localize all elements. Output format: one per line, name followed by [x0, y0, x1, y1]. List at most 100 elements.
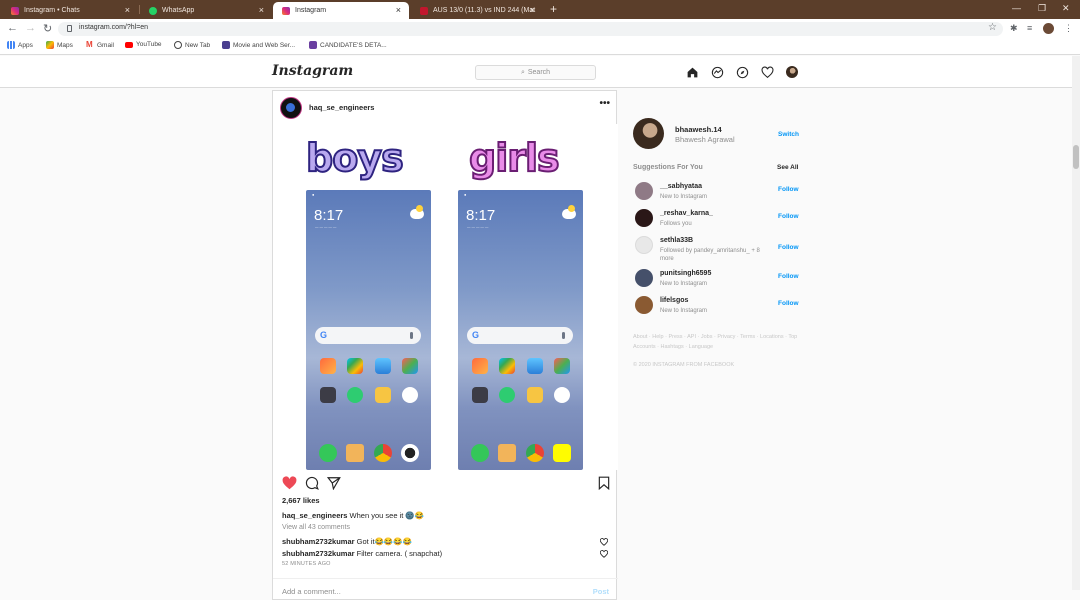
comment-like-icon[interactable] [600, 538, 608, 546]
bookmark-candidate[interactable]: CANDIDATE'S DETA... [309, 41, 387, 49]
forward-icon[interactable]: → [25, 22, 36, 34]
url-text[interactable]: instagram.com/?hl=en [79, 24, 148, 31]
post-author-username[interactable]: haq_se_engineers [309, 103, 374, 112]
app-google [314, 387, 342, 405]
like-count[interactable]: 2,667 likes [282, 496, 320, 505]
direct-messages-icon[interactable] [710, 65, 724, 79]
footer-links[interactable]: About · Help · Press · API · Jobs · Priv… [633, 332, 803, 352]
phone-date: — — — — — [467, 225, 489, 229]
like-heart-icon[interactable] [281, 475, 297, 491]
feed-post: haq_se_engineers ••• boys girls ● 8:17 —… [272, 90, 618, 600]
add-comment-input[interactable]: Add a comment... [282, 587, 341, 596]
bookmark-label: CANDIDATE'S DETA... [320, 41, 387, 49]
extensions-icon[interactable]: ✱ [1010, 23, 1018, 34]
close-window-icon[interactable]: ✕ [1062, 3, 1070, 14]
bookmark-label: New Tab [185, 41, 211, 49]
address-bar[interactable]: instagram.com/?hl=en ☆ [58, 22, 1003, 36]
new-tab-icon[interactable]: + [550, 2, 557, 16]
bookmark-maps[interactable]: Maps [46, 41, 73, 49]
current-user-avatar[interactable] [633, 118, 664, 149]
follow-button[interactable]: Follow [778, 300, 799, 307]
close-tab-icon[interactable]: × [259, 5, 264, 15]
share-icon[interactable] [326, 475, 342, 491]
bookmark-label: Apps [18, 41, 33, 49]
caption-username[interactable]: haq_se_engineers [282, 511, 347, 520]
suggestion-avatar[interactable] [635, 296, 653, 314]
comment-icon[interactable] [304, 475, 320, 491]
explore-icon[interactable] [735, 65, 749, 79]
app-cleaner [369, 387, 397, 405]
status-bar: ● [312, 192, 315, 197]
bookmark-label: Maps [57, 41, 73, 49]
lock-icon [67, 25, 72, 32]
instagram-logo[interactable]: Instagram [272, 63, 353, 79]
more-options-icon[interactable]: ••• [599, 98, 610, 109]
tab-instagram-chats[interactable]: Instagram • Chats × [2, 2, 138, 19]
globe-icon [174, 41, 182, 49]
restore-icon[interactable]: ❐ [1038, 3, 1046, 14]
suggestion-row: punitsingh6595 New to Instagram Follow [633, 268, 803, 292]
view-all-comments-link[interactable]: View all 43 comments [282, 524, 350, 531]
post-image[interactable]: boys girls ● 8:17 — — — — — G ● 8:17 — —… [273, 124, 618, 470]
follow-button[interactable]: Follow [778, 244, 799, 251]
bookmark-youtube[interactable]: YouTube [125, 41, 162, 48]
avatar [786, 66, 798, 78]
home-icon[interactable] [685, 65, 699, 79]
post-comment-button[interactable]: Post [593, 587, 609, 596]
post-header: haq_se_engineers ••• [273, 91, 618, 124]
profile-avatar[interactable] [785, 65, 799, 79]
whatsapp-icon [149, 6, 157, 15]
app-getapps [397, 358, 425, 376]
post-author-avatar[interactable] [280, 97, 302, 119]
switch-account-button[interactable]: Switch [778, 131, 799, 138]
follow-button[interactable]: Follow [778, 213, 799, 220]
tab-cricket-score[interactable]: AUS 13/0 (11.3) vs IND 244 (Mat × [411, 2, 543, 19]
post-actions [281, 475, 610, 493]
suggestion-avatar[interactable] [635, 236, 653, 254]
bookmark-gmail[interactable]: M Gmail [86, 41, 114, 49]
search-input[interactable]: ⌕ Search [475, 65, 596, 80]
current-user-username[interactable]: bhaawesh.14 [675, 125, 722, 134]
activity-heart-icon[interactable] [760, 65, 774, 79]
suggestion-avatar[interactable] [635, 182, 653, 200]
post-timestamp[interactable]: 52 MINUTES AGO [282, 561, 331, 567]
suggestion-username[interactable]: _reshav_karna_ [660, 210, 713, 217]
playlist-icon[interactable]: ≡ [1027, 23, 1032, 33]
suggestion-username[interactable]: punitsingh6595 [660, 270, 711, 277]
tab-instagram[interactable]: Instagram × [273, 2, 409, 19]
see-all-link[interactable]: See All [777, 164, 798, 171]
phone-screenshot-girls: ● 8:17 — — — — — [458, 190, 583, 470]
bookmark-site-icon [222, 41, 230, 49]
suggestion-avatar[interactable] [635, 269, 653, 287]
dock-files-icon [342, 444, 370, 462]
bookmark-star-icon[interactable]: ☆ [988, 22, 997, 33]
weather-icon [562, 205, 576, 219]
bookmark-apps[interactable]: Apps [7, 41, 33, 49]
scrollbar-thumb[interactable] [1073, 145, 1079, 169]
comment-username[interactable]: shubham2732kumar [282, 549, 355, 558]
follow-button[interactable]: Follow [778, 186, 799, 193]
tab-whatsapp[interactable]: WhatsApp × [140, 2, 272, 19]
back-icon[interactable]: ← [7, 22, 18, 34]
reload-icon[interactable]: ↻ [43, 22, 52, 35]
suggestion-username[interactable]: lifelsgos [660, 297, 688, 304]
app-security [494, 387, 522, 405]
comment-username[interactable]: shubham2732kumar [282, 537, 355, 546]
app-assistant [549, 387, 577, 405]
close-tab-icon[interactable]: × [530, 5, 535, 15]
close-tab-icon[interactable]: × [125, 5, 130, 15]
suggestion-username[interactable]: __sabhyataa [660, 183, 702, 190]
weather-icon [410, 205, 424, 219]
suggestion-username[interactable]: sethla33B [660, 237, 693, 244]
comment-like-icon[interactable] [600, 550, 608, 558]
profile-avatar[interactable] [1043, 23, 1054, 34]
suggestion-avatar[interactable] [635, 209, 653, 227]
browser-menu-icon[interactable]: ⋮ [1064, 23, 1073, 34]
bookmark-movie-web[interactable]: Movie and Web Ser... [222, 41, 295, 49]
bookmark-new-tab[interactable]: New Tab [174, 41, 210, 49]
minimize-icon[interactable]: — [1012, 3, 1021, 13]
save-bookmark-icon[interactable] [596, 475, 612, 491]
scrollbar-track[interactable] [1072, 56, 1080, 590]
follow-button[interactable]: Follow [778, 273, 799, 280]
close-tab-icon[interactable]: × [396, 5, 401, 15]
